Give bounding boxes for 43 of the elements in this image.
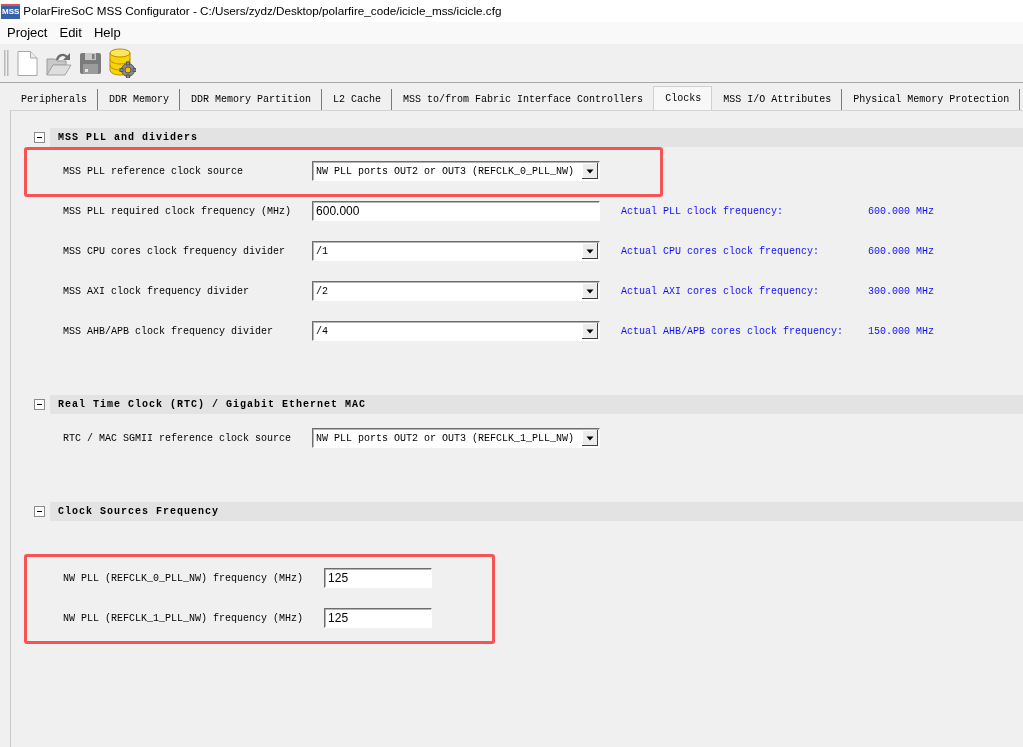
menu-item[interactable]: Edit <box>53 24 88 42</box>
section-header: Real Time Clock (RTC) / Gigabit Ethernet MAC <box>50 395 1023 414</box>
computed-frequency-value: 300.000 MHz <box>868 285 935 297</box>
dropdown-arrow-icon[interactable] <box>582 283 599 299</box>
dropdown-arrow-icon[interactable] <box>582 163 599 179</box>
window-title: PolarFireSoC MSS Configurator - C:/Users/zydz/Desktop/polarfire_code/icicle_mss/icicle.cfg <box>23 3 502 20</box>
field-label: MSS PLL required clock frequency (MHz) <box>63 205 292 217</box>
menu-item[interactable]: Help <box>87 24 127 42</box>
field-label: MSS PLL reference clock source <box>63 165 245 177</box>
collapse-icon[interactable] <box>34 132 45 143</box>
grip-icon[interactable] <box>4 50 9 76</box>
computed-frequency-value: 600.000 MHz <box>868 205 935 217</box>
computed-frequency-value: 150.000 MHz <box>868 325 935 337</box>
computed-frequency-label: Actual AXI cores clock frequency: <box>621 285 821 297</box>
database-gear-icon[interactable] <box>109 48 136 78</box>
section-header: Clock Sources Frequency <box>50 502 1023 521</box>
dropdown[interactable]: NW PLL ports OUT2 or OUT3 (REFCLK_1_PLL_NW) <box>312 428 601 448</box>
field-label: NW PLL (REFCLK_1_PLL_NW) frequency (MHz) <box>63 612 304 624</box>
collapse-icon[interactable] <box>34 506 45 517</box>
text-field[interactable]: 600.000 <box>312 201 601 221</box>
app-logo: MSS <box>1 3 21 19</box>
menu-item[interactable]: Project <box>1 24 54 42</box>
dropdown-arrow-icon[interactable] <box>582 243 599 259</box>
dropdown[interactable]: /2 <box>312 281 601 301</box>
text-field[interactable]: 125 <box>324 608 433 628</box>
dropdown-arrow-icon[interactable] <box>582 323 599 339</box>
dropdown[interactable]: NW PLL ports OUT2 or OUT3 (REFCLK_0_PLL_NW) <box>312 161 601 181</box>
computed-frequency-label: Actual AHB/APB cores clock frequency: <box>621 325 844 337</box>
field-label: MSS CPU cores clock frequency divider <box>63 245 287 257</box>
dropdown[interactable]: /1 <box>312 241 601 261</box>
computed-frequency-label: Actual CPU cores clock frequency: <box>621 245 821 257</box>
dropdown-arrow-icon[interactable] <box>582 430 599 446</box>
field-label: MSS AHB/APB clock frequency divider <box>63 325 275 337</box>
section-header: MSS PLL and dividers <box>50 128 1023 147</box>
field-label: NW PLL (REFCLK_0_PLL_NW) frequency (MHz) <box>63 572 304 584</box>
tab[interactable]: Clocks <box>653 86 713 110</box>
computed-frequency-value: 600.000 MHz <box>868 245 935 257</box>
text-field[interactable]: 125 <box>324 568 433 588</box>
computed-frequency-label: Actual PLL clock frequency: <box>621 205 785 217</box>
field-label: MSS AXI clock frequency divider <box>63 285 251 297</box>
collapse-icon[interactable] <box>34 399 45 410</box>
dropdown[interactable]: /4 <box>312 321 601 341</box>
field-label: RTC / MAC SGMII reference clock source <box>63 432 292 444</box>
